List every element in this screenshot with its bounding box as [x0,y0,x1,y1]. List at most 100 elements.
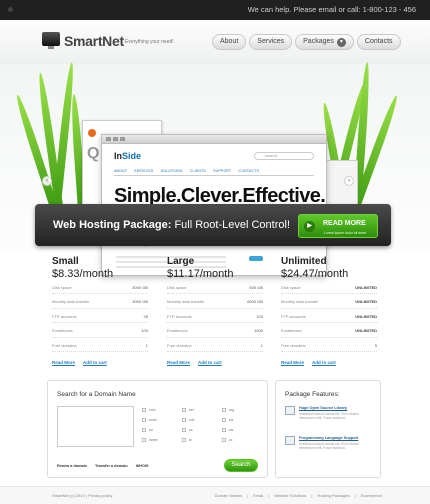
checkbox-icon [222,428,226,432]
tld-checkboxes: .com .net .org .mobi .info .biz .eu .us … [142,406,262,444]
read-more-sublabel: Lorem ipsum dolor sit amet [324,231,367,235]
footer-links: Domain Names | Email | Website Solutions | … [214,493,382,498]
main-nav: About Services Packages ▾ Contacts [212,34,401,51]
checkbox-icon [182,408,186,412]
checkbox-icon [182,428,186,432]
tld-option[interactable]: .org [222,406,262,414]
nav-packages[interactable]: Packages ▾ [295,34,354,50]
spec-row: FTP accounts 25 [52,309,148,324]
library-icon [285,406,295,415]
features-title: Package Features: [285,391,340,398]
read-more-link[interactable]: Read More [52,360,75,365]
tld-option[interactable]: .mobi [142,416,182,424]
contact-info: We can help. Please email or call: 1-800… [247,5,416,14]
inner-search-field: search [254,152,314,160]
spec-row: Monthly data transfer 6000 GB [167,294,263,309]
spec-row: FTP accounts UNLIMITED [281,309,377,324]
footer-link-email[interactable]: Email [253,493,263,498]
footer-link-hosting[interactable]: Hosting Packages [317,493,349,498]
plan-price: $11.17/month [167,268,234,280]
spec-row: Free domains 1 [167,338,263,352]
read-more-label: READ MORE [323,220,366,227]
nav-about[interactable]: About [212,34,247,50]
slider-next-icon[interactable]: › [344,176,354,186]
background-browser-letter: Q [87,145,100,162]
spec-row: Emailboxes 1000 [167,323,263,338]
browser-chrome [102,135,326,144]
read-more-link[interactable]: Read More [281,360,304,365]
domain-name-input[interactable] [57,406,134,447]
nav-services-label: Services [257,38,285,45]
inner-logo-part-a: In [114,151,122,161]
checkbox-icon [142,408,146,412]
whois-link[interactable]: WHOIS [136,464,149,468]
inner-logo-part-b: Side [122,151,142,161]
nav-about-label: About [220,38,239,45]
tld-option[interactable]: .cc [222,436,262,444]
footer: SmartNet (c) 2010 | Privacy policy Domai… [0,486,430,504]
code-icon [285,436,295,445]
checkbox-icon [222,408,226,412]
inner-site-logo: InSide [114,151,141,161]
spec-row: Free domains 5 [281,338,377,352]
nav-services[interactable]: Services [249,34,293,50]
plan-price: $24.47/month [281,268,349,280]
checkbox-icon [222,418,226,422]
feature-item: Programming Language Support Vestibulum … [285,435,377,459]
plan-name: Unlimited [281,256,327,267]
domain-search-title: Search for a Domain Name [57,391,136,398]
nav-contacts[interactable]: Contacts [356,34,401,50]
promo-bold: Web Hosting Package: [53,219,172,231]
tld-option[interactable]: .tv [182,436,222,444]
add-to-cart-link[interactable]: Add to cart [83,360,107,365]
footer-link-domains[interactable]: Domain Names [215,493,243,498]
domain-search-panel: Search for a Domain Name .com .net .org … [47,380,268,478]
privacy-policy-link[interactable]: Privacy policy [88,493,112,498]
domain-actions: Renew a domain Transfer a domain WHOIS [57,464,149,468]
spec-row: Monthly data transfer UNLIMITED [281,294,377,309]
nav-contacts-label: Contacts [364,38,393,45]
package-features-panel: Package Features: Huge Open Source Libra… [275,380,381,478]
spec-row: Monthly data transfer 3000 GB [52,294,148,309]
tld-option[interactable]: .ws [222,426,262,434]
checkbox-icon [182,418,186,422]
site-logo[interactable]: SmartNet [64,33,124,49]
header: SmartNet Everything your need! About Ser… [0,20,430,64]
monitor-logo-icon[interactable] [42,32,60,49]
footer-link-ecommerce[interactable]: Ecommerce [361,493,382,498]
tld-option[interactable]: .com [142,406,182,414]
tld-option[interactable]: .net [182,406,222,414]
spec-row: Free domains 1 [52,338,148,352]
tld-option[interactable]: .eu [142,426,182,434]
promo-rest: Full Root-Level Control! [171,219,290,231]
nav-packages-label: Packages [303,38,334,45]
read-more-button[interactable]: ▶ READ MORE Lorem ipsum dolor sit amet [298,214,378,238]
read-more-link[interactable]: Read More [167,360,190,365]
checkbox-icon [142,428,146,432]
transfer-domain-link[interactable]: Transfer a domain [95,464,128,468]
checkbox-icon [142,438,146,442]
inner-nav: ABOUT SERVICES SOLUTIONS CLIENTS SUPPORT… [114,169,260,173]
spec-row: Disk space UNLIMITED [281,280,377,295]
feature-description: Vestibulum iaculis lacinia est. Proin di… [299,442,359,450]
search-button[interactable]: Search [224,459,258,472]
footer-link-website[interactable]: Website Solutions [274,493,306,498]
add-to-cart-link[interactable]: Add to cart [312,360,336,365]
copyright: SmartNet (c) 2010 | Privacy policy [52,493,113,498]
divider [114,175,314,176]
tld-option[interactable]: .us [182,426,222,434]
tld-option[interactable]: .biz [222,416,262,424]
slider-prev-icon[interactable]: ‹ [42,176,52,186]
add-to-cart-link[interactable]: Add to cart [198,360,222,365]
promo-text: Web Hosting Package: Full Root-Level Con… [53,219,290,231]
tld-option[interactable]: .name [142,436,182,444]
feature-name[interactable]: Huge Open Source Library [299,406,347,410]
arrow-right-icon: ▶ [304,221,315,232]
feature-name[interactable]: Programming Language Support [299,436,358,440]
renew-domain-link[interactable]: Renew a domain [57,464,87,468]
spec-row: Emailboxes UNLIMITED [281,323,377,338]
feature-item: Huge Open Source Library Vestibulum iacu… [285,405,377,429]
plan-unlimited: Unlimited $24.47/month Disk space UNLIMIT… [281,256,377,365]
tld-option[interactable]: .info [182,416,222,424]
page: We can help. Please email or call: 1-800… [0,0,430,504]
